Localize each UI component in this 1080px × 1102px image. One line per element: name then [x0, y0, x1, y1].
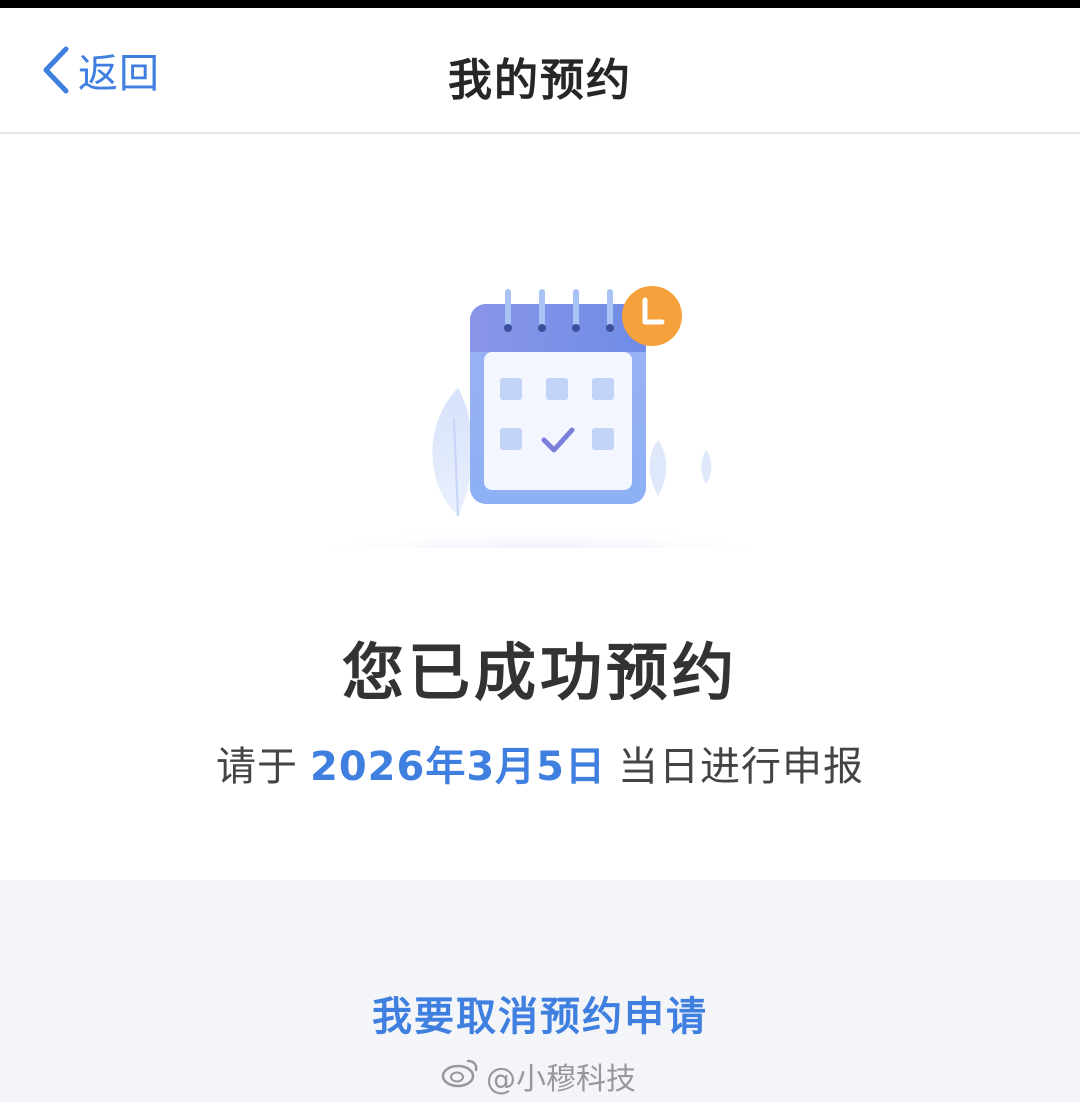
calendar-illustration — [240, 258, 840, 610]
nav-bar: 返回 我的预约 — [0, 8, 1080, 134]
weibo-icon — [440, 1055, 486, 1097]
success-heading: 您已成功预约 — [341, 636, 738, 709]
appointment-date: 2026年3月5日 — [310, 744, 606, 790]
clock-icon — [622, 286, 682, 346]
info-prefix: 请于 — [216, 744, 298, 790]
watermark: @小穆科技 — [440, 1055, 636, 1097]
appointment-info: 请于 2026年3月5日 当日进行申报 — [0, 734, 1080, 792]
screen: 返回 我的预约 您已成功预约 请于 2026年3月5日 当日进行申报 我要取消预… — [0, 8, 1080, 1102]
watermark-text: @小穆科技 — [486, 1062, 636, 1097]
calendar-icon — [470, 289, 646, 504]
info-suffix: 当日进行申报 — [618, 744, 864, 790]
cancel-appointment-link[interactable]: 我要取消预约申请 — [0, 984, 1080, 1042]
bottom-section: 我要取消预约申请 @小穆科技 — [0, 880, 1080, 1102]
page-title: 我的预约 — [448, 55, 632, 106]
